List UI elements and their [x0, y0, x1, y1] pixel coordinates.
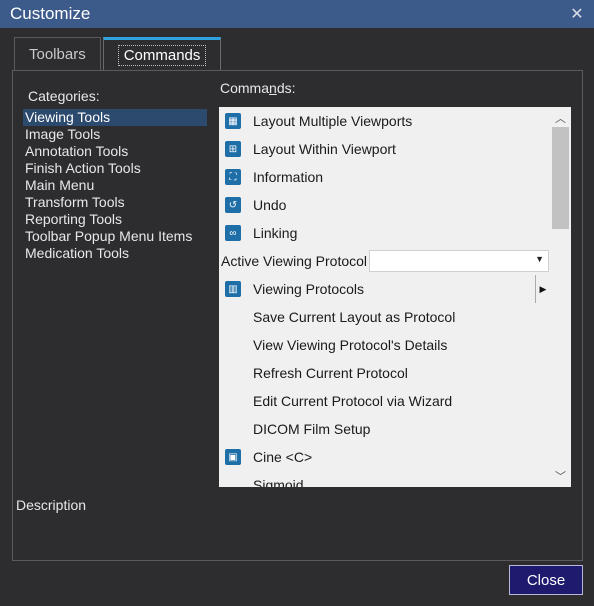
- command-label: Sigmoid: [253, 477, 304, 487]
- command-label: Save Current Layout as Protocol: [253, 309, 456, 325]
- category-item[interactable]: Toolbar Popup Menu Items: [23, 228, 207, 245]
- category-item[interactable]: Image Tools: [23, 126, 207, 143]
- description-label: Description: [16, 497, 87, 513]
- window-title: Customize: [10, 4, 91, 23]
- title-bar: Customize ✕: [0, 0, 594, 28]
- command-item[interactable]: ↺ Undo: [219, 191, 550, 219]
- undo-icon: ↺: [225, 197, 241, 213]
- tab-strip: Toolbars Commands: [14, 37, 223, 71]
- command-label: DICOM Film Setup: [253, 421, 371, 437]
- command-item[interactable]: ⛶ Information: [219, 163, 550, 191]
- close-button[interactable]: Close: [509, 565, 583, 595]
- command-item[interactable]: Save Current Layout as Protocol: [219, 303, 550, 331]
- active-viewing-protocol-row: Active Viewing Protocol ▼: [219, 247, 550, 275]
- command-item[interactable]: Edit Current Protocol via Wizard: [219, 387, 550, 415]
- category-item[interactable]: Reporting Tools: [23, 211, 207, 228]
- command-item[interactable]: ▦ Layout Multiple Viewports: [219, 107, 550, 135]
- command-label: Undo: [253, 197, 287, 213]
- command-label: Edit Current Protocol via Wizard: [253, 393, 453, 409]
- command-label: Linking: [253, 225, 298, 241]
- tab-toolbars[interactable]: Toolbars: [14, 37, 101, 71]
- command-label: Viewing Protocols: [253, 281, 365, 297]
- link-icon: ∞: [225, 225, 241, 241]
- grid-icon: ▦: [225, 113, 241, 129]
- category-item[interactable]: Finish Action Tools: [23, 160, 207, 177]
- categories-list: Viewing Tools Image Tools Annotation Too…: [23, 109, 207, 262]
- scroll-down-icon[interactable]: ﹀: [550, 467, 571, 485]
- category-item[interactable]: Transform Tools: [23, 194, 207, 211]
- category-item[interactable]: Main Menu: [23, 177, 207, 194]
- category-item[interactable]: Annotation Tools: [23, 143, 207, 160]
- combo-label: Active Viewing Protocol: [221, 253, 368, 269]
- commands-list-box: ▦ Layout Multiple Viewports ⊞ Layout Wit…: [219, 107, 571, 487]
- command-item[interactable]: ▥ Viewing Protocols ▶: [219, 275, 550, 303]
- command-item[interactable]: Sigmoid: [219, 471, 550, 487]
- command-item[interactable]: ▣ Cine <C>: [219, 443, 550, 471]
- submenu-arrow-icon[interactable]: ▶: [535, 275, 550, 303]
- tab-commands[interactable]: Commands: [102, 37, 222, 71]
- scroll-up-icon[interactable]: ︿: [550, 109, 571, 127]
- film-icon: ▣: [225, 449, 241, 465]
- dropdown-arrow-icon[interactable]: ▼: [535, 254, 544, 264]
- command-label: Refresh Current Protocol: [253, 365, 408, 381]
- command-label: Layout Multiple Viewports: [253, 113, 413, 129]
- commands-label: Commands:: [220, 80, 296, 96]
- tab-label: Commands: [117, 45, 207, 66]
- command-label: Information: [253, 169, 324, 185]
- vertical-scrollbar[interactable]: ︿ ﹀: [550, 107, 571, 487]
- book-icon: ▥: [225, 281, 241, 297]
- command-label: Layout Within Viewport: [253, 141, 396, 157]
- command-label: Cine <C>: [253, 449, 313, 465]
- active-viewing-protocol-combo[interactable]: ▼: [369, 250, 549, 272]
- scroll-thumb[interactable]: [552, 127, 569, 229]
- commands-label-prefix: Comma: [220, 80, 270, 96]
- command-item[interactable]: ∞ Linking: [219, 219, 550, 247]
- command-item[interactable]: DICOM Film Setup: [219, 415, 550, 443]
- close-icon[interactable]: ✕: [568, 4, 586, 24]
- tab-label: Toolbars: [29, 46, 86, 63]
- commands-label-mnemonic: n: [269, 80, 277, 96]
- command-item[interactable]: Refresh Current Protocol: [219, 359, 550, 387]
- commands-label-suffix: ds:: [276, 80, 296, 96]
- command-item[interactable]: View Viewing Protocol's Details: [219, 331, 550, 359]
- command-item[interactable]: ⊞ Layout Within Viewport: [219, 135, 550, 163]
- category-item[interactable]: Medication Tools: [23, 245, 207, 262]
- categories-label: Categories:: [28, 88, 100, 104]
- plus-box-icon: ⊞: [225, 141, 241, 157]
- commands-list: ▦ Layout Multiple Viewports ⊞ Layout Wit…: [219, 107, 550, 487]
- category-item[interactable]: Viewing Tools: [23, 109, 207, 126]
- command-label: View Viewing Protocol's Details: [253, 337, 448, 353]
- corners-icon: ⛶: [225, 169, 241, 185]
